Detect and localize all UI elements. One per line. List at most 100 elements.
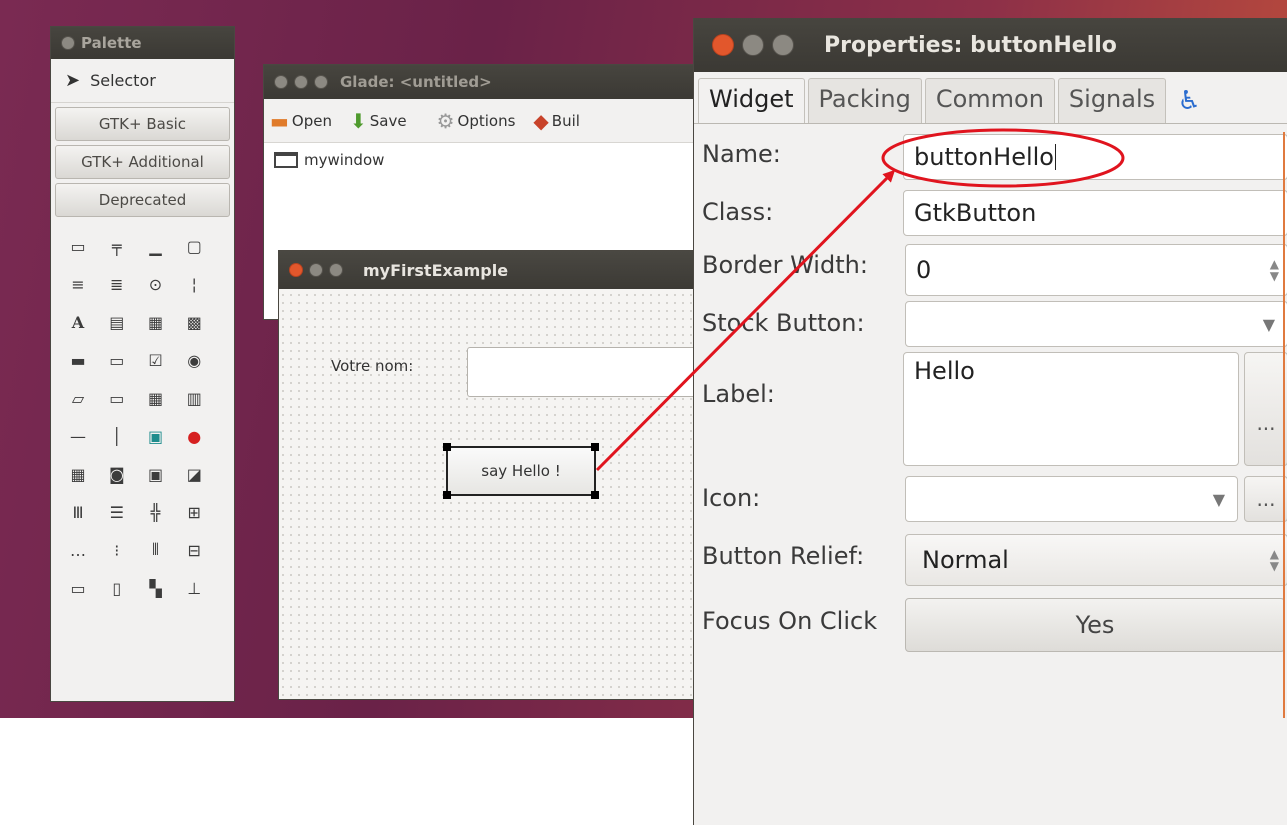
chevron-down-icon: ▼ [1212,489,1225,509]
focus-on-click-toggle[interactable]: Yes [905,598,1285,652]
group-gtk-additional-button[interactable]: GTK+ Additional [55,145,230,179]
calendar-icon[interactable]: ▦ [65,461,91,487]
maximize-icon[interactable] [329,263,343,277]
expander-icon[interactable]: ◪ [181,461,207,487]
radio-button-icon[interactable]: ◉ [181,347,207,373]
resize-handle[interactable] [443,443,451,451]
border-width-label: Border Width: [702,251,868,279]
paned-icon[interactable]: ⫴ [143,537,169,563]
table-icon[interactable]: ⊞ [181,499,207,525]
resize-handle[interactable] [443,491,451,499]
frame-icon[interactable]: ▢ [181,233,207,259]
icon-label: Icon: [702,484,761,512]
progress-icon[interactable]: ▱ [65,385,91,411]
spin-icon[interactable]: ▦ [143,309,169,335]
toggle-button-icon[interactable]: ▭ [104,347,130,373]
toolbar2-icon[interactable]: ≡ [65,271,91,297]
entry-icon[interactable]: ▤ [104,309,130,335]
tab-signals[interactable]: Signals [1057,78,1167,123]
hbuttonbox-icon[interactable]: … [65,537,91,563]
say-hello-button[interactable]: say Hello ! [443,443,599,499]
drawing-icon[interactable]: ◙ [104,461,130,487]
glade-titlebar[interactable]: Glade: <untitled> [264,65,712,99]
class-field: GtkButton [903,190,1287,236]
close-icon[interactable] [289,263,303,277]
tree-item-mywindow[interactable]: mywindow [264,143,712,177]
ruler-icon[interactable]: ⊥ [181,575,207,601]
border-width-value: 0 [916,256,932,284]
example-titlebar[interactable]: myFirstExample [279,251,717,289]
icon-combo[interactable]: ▼ [905,476,1238,522]
gear-icon: ⚙ [436,108,455,133]
tab-packing[interactable]: Packing [807,78,922,123]
hbox-icon[interactable]: ☰ [104,499,130,525]
button-relief-select[interactable]: Normal ▲ ▼ [905,534,1287,586]
chevron-down-icon: ▼ [1262,314,1275,334]
close-icon[interactable] [712,34,734,56]
palette-window: Palette ➤ Selector GTK+ Basic GTK+ Addit… [50,26,235,702]
pointer-arrow-icon: ➤ [65,70,81,91]
group-gtk-basic-button[interactable]: GTK+ Basic [55,107,230,141]
toolbar-icon[interactable]: ╤ [104,233,130,259]
close-icon[interactable] [61,36,75,50]
tab-widget[interactable]: Widget [698,78,805,123]
minimize-icon[interactable] [742,34,764,56]
tree-view-icon[interactable]: ▦ [143,385,169,411]
example-title: myFirstExample [363,260,509,280]
glade-toolbar: ▬ Open ⬇ Save ⚙ Options ◆ Buil [264,99,712,143]
toolbar4-icon[interactable]: ⊙ [143,271,169,297]
scrollbar-icon[interactable]: ▭ [104,385,130,411]
statusbar-icon[interactable]: ▭ [65,575,91,601]
minimize-icon[interactable] [309,263,323,277]
resize-handle[interactable] [591,491,599,499]
border-width-spinner[interactable]: 0 ▲ ▼ [905,244,1287,296]
layout-icon[interactable]: ⊟ [181,537,207,563]
vseparator-icon[interactable]: │ [104,423,130,449]
resize-handle[interactable] [591,443,599,451]
window-icon[interactable]: ▭ [65,233,91,259]
minimize-icon[interactable] [294,75,308,89]
image-icon[interactable]: ▣ [143,423,169,449]
label-row-icon[interactable]: ▁ [143,233,169,259]
ok-button-icon[interactable]: ▬ [65,347,91,373]
build-button[interactable]: ◆ Buil [533,109,580,133]
name-entry[interactable] [467,347,707,397]
icon-view-icon[interactable]: ▥ [181,385,207,411]
textview-icon[interactable]: ▩ [181,309,207,335]
tab-common[interactable]: Common [924,78,1055,123]
name-value: buttonHello [914,143,1054,171]
properties-titlebar[interactable]: Properties: buttonHello [694,18,1287,72]
palette-titlebar[interactable]: Palette [51,27,234,59]
toolbar3-icon[interactable]: ≣ [104,271,130,297]
color-icon[interactable]: ● [181,423,207,449]
open-button[interactable]: ▬ Open [270,109,332,133]
fixed-icon[interactable]: ▚ [143,575,169,601]
selector-tool[interactable]: ➤ Selector [51,59,234,103]
close-icon[interactable] [274,75,288,89]
vbuttonbox-icon[interactable]: ⁝ [104,537,130,563]
accessibility-icon[interactable]: ♿ [1169,78,1209,123]
vbox-icon[interactable]: Ⅲ [65,499,91,525]
check-button-icon[interactable]: ☑ [143,347,169,373]
notebook-icon[interactable]: ▣ [143,461,169,487]
group-deprecated-button[interactable]: Deprecated [55,183,230,217]
toolbar5-icon[interactable]: ¦ [181,271,207,297]
save-button[interactable]: ⬇ Save [350,109,407,133]
label-edit-button[interactable]: ... [1244,352,1287,466]
icon-edit-button[interactable]: ... [1244,476,1287,522]
focus-on-click-value: Yes [1075,611,1115,639]
grid-icon[interactable]: ╬ [143,499,169,525]
spin-arrows-icon[interactable]: ▲ ▼ [1270,258,1279,282]
maximize-icon[interactable] [314,75,328,89]
options-label: Options [457,111,516,130]
separator-icon[interactable]: — [65,423,91,449]
name-label: Name: [702,140,781,168]
maximize-icon[interactable] [772,34,794,56]
stock-button-combo[interactable]: ▼ [905,301,1287,347]
name-input[interactable]: buttonHello [903,134,1287,180]
menubar-icon[interactable]: ▯ [104,575,130,601]
folder-icon: ▬ [270,108,289,133]
text-label-icon[interactable]: A [65,309,91,335]
label-textarea[interactable]: Hello [903,352,1239,466]
options-button[interactable]: ⚙ Options [437,109,516,133]
